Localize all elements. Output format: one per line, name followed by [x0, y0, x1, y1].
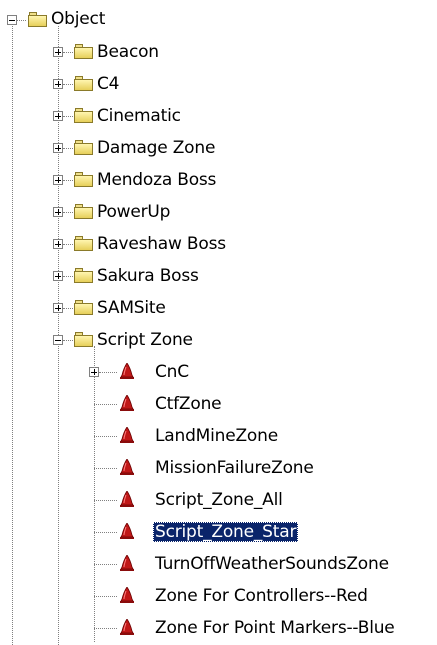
tree-item-beacon[interactable]: Beacon: [95, 42, 161, 62]
tree-item-zone-for-controllers-red[interactable]: Zone For Controllers--Red: [153, 586, 370, 606]
tree-item-damage-zone[interactable]: Damage Zone: [95, 138, 217, 158]
tree-connector: [94, 564, 117, 565]
tree-connector: [63, 276, 73, 277]
tree-item-raveshaw-boss[interactable]: Raveshaw Boss: [95, 234, 228, 254]
expand-toggle[interactable]: [53, 47, 63, 57]
folder-icon: [28, 12, 47, 27]
folder-icon: [74, 44, 93, 59]
tree-item-cinematic[interactable]: Cinematic: [95, 106, 183, 126]
expand-toggle[interactable]: [53, 175, 63, 185]
tree-connector: [63, 308, 73, 309]
red-cone-icon: [120, 587, 134, 603]
collapse-toggle[interactable]: [53, 335, 63, 345]
tree-connector: [63, 84, 73, 85]
tree-item-script-zone-star[interactable]: Script_Zone_Star: [153, 522, 299, 542]
tree-connector: [94, 404, 117, 405]
folder-icon: [74, 236, 93, 251]
tree-item-script-zone[interactable]: Script Zone: [95, 330, 195, 350]
tree-item-cnc[interactable]: CnC: [153, 362, 191, 382]
tree-item-mendoza-boss[interactable]: Mendoza Boss: [95, 170, 218, 190]
tree-guide-line: [12, 26, 13, 645]
tree-item-landminezone[interactable]: LandMineZone: [153, 426, 280, 446]
tree-item-ctfzone[interactable]: CtfZone: [153, 394, 223, 414]
folder-icon: [74, 108, 93, 123]
expand-toggle[interactable]: [53, 303, 63, 313]
tree-connector: [94, 532, 117, 533]
folder-icon: [74, 172, 93, 187]
tree-connector: [17, 20, 26, 21]
expand-toggle[interactable]: [89, 367, 99, 377]
tree-item-missionfailurezone[interactable]: MissionFailureZone: [153, 458, 316, 478]
red-cone-icon: [120, 363, 134, 379]
tree-connector: [94, 468, 117, 469]
folder-icon: [74, 76, 93, 91]
tree-connector: [99, 372, 117, 373]
tree-connector: [94, 596, 117, 597]
tree-connector: [63, 244, 73, 245]
tree-connector: [63, 340, 73, 341]
tree-item-script-zone-all[interactable]: Script_Zone_All: [153, 490, 285, 510]
tree-item-zone-for-point-markers-blue[interactable]: Zone For Point Markers--Blue: [153, 618, 397, 638]
red-cone-icon: [120, 619, 134, 635]
tree-item-object[interactable]: Object: [49, 9, 107, 29]
tree-connector: [63, 52, 73, 53]
tree-item-powerup[interactable]: PowerUp: [95, 202, 172, 222]
red-cone-icon: [120, 491, 134, 507]
folder-icon: [74, 332, 93, 347]
red-cone-icon: [120, 523, 134, 539]
tree-connector: [94, 628, 117, 629]
expand-toggle[interactable]: [53, 207, 63, 217]
folder-icon: [74, 140, 93, 155]
tree-connector: [63, 148, 73, 149]
expand-toggle[interactable]: [53, 143, 63, 153]
tree-connector: [63, 212, 73, 213]
folder-icon: [74, 300, 93, 315]
tree-guide-line: [94, 346, 95, 642]
red-cone-icon: [120, 395, 134, 411]
expand-toggle[interactable]: [53, 271, 63, 281]
red-cone-icon: [120, 555, 134, 571]
red-cone-icon: [120, 459, 134, 475]
expand-toggle[interactable]: [53, 111, 63, 121]
folder-icon: [74, 268, 93, 283]
folder-icon: [74, 204, 93, 219]
tree-item-sakura-boss[interactable]: Sakura Boss: [95, 266, 201, 286]
tree-connector: [94, 436, 117, 437]
red-cone-icon: [120, 427, 134, 443]
tree-item-turnoffweathersoundszone[interactable]: TurnOffWeatherSoundsZone: [153, 554, 391, 574]
object-tree-view[interactable]: Object Beacon C4 Cinematic Damage Zone Mendo…: [0, 0, 437, 645]
tree-connector: [63, 116, 73, 117]
expand-toggle[interactable]: [53, 239, 63, 249]
tree-connector: [94, 500, 117, 501]
expand-toggle[interactable]: [53, 79, 63, 89]
collapse-toggle[interactable]: [7, 15, 17, 25]
tree-item-samsite[interactable]: SAMSite: [95, 298, 168, 318]
tree-connector: [63, 180, 73, 181]
tree-item-c4[interactable]: C4: [95, 74, 121, 94]
